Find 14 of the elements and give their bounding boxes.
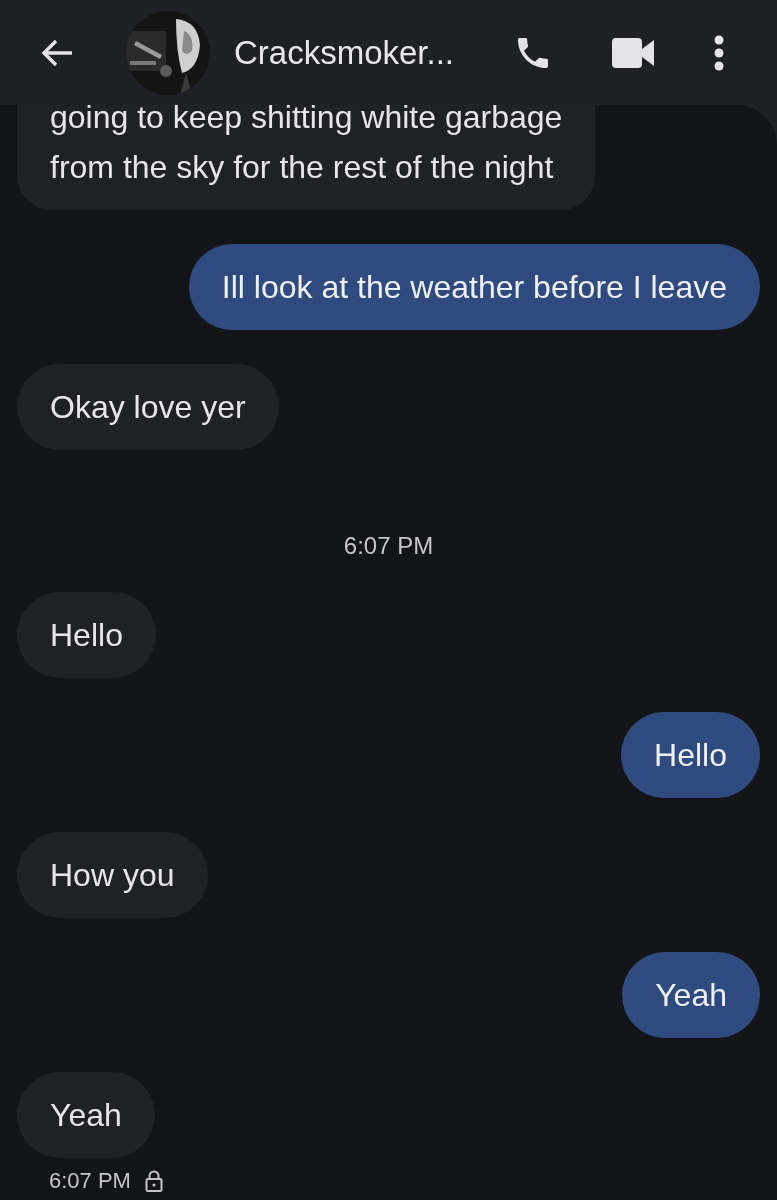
message-time: 6:07 PM (49, 1168, 131, 1194)
received-message[interactable]: Hello (17, 592, 156, 678)
sent-message[interactable]: Hello (621, 712, 760, 798)
timestamp: 6:07 PM (342, 532, 435, 560)
back-arrow-icon (40, 37, 74, 68)
more-vertical-icon (713, 34, 725, 71)
received-message[interactable]: going to keep shitting white garbage from the sky for the rest of the night (17, 105, 596, 210)
sent-message[interactable]: Yeah (622, 952, 760, 1038)
received-message[interactable]: How you (17, 832, 208, 918)
video-camera-icon (611, 35, 655, 70)
received-message[interactable]: Okay love yer (17, 364, 279, 450)
contact-name[interactable]: Cracksmoker... (234, 33, 455, 72)
sent-message[interactable]: Ill look at the weather before I leave (188, 244, 760, 330)
received-message[interactable]: Yeah (17, 1072, 155, 1158)
